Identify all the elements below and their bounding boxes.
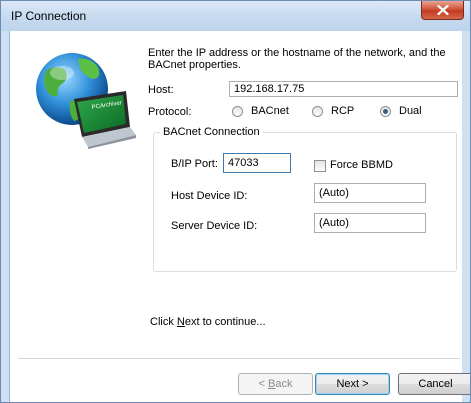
intro-text: Enter the IP address or the hostname of …	[148, 47, 446, 71]
host-device-id-label: Host Device ID:	[171, 190, 248, 202]
cancel-button[interactable]: Cancel	[398, 373, 470, 395]
hint-rest: ext to continue...	[184, 316, 266, 328]
radio-label: RCP	[331, 105, 355, 117]
window-title: IP Connection	[11, 9, 87, 23]
hint-key: N	[176, 316, 185, 328]
host-input[interactable]	[229, 81, 458, 97]
dialog-window: IP Connection PCArchiver Enter the IP ad…	[0, 0, 471, 403]
radio-circle[interactable]	[312, 106, 323, 117]
hint-prefix: Click	[150, 316, 177, 328]
group-title: BACnet Connection	[160, 126, 263, 138]
radio-circle[interactable]	[380, 106, 391, 117]
continue-hint: Click Next to continue...	[150, 316, 266, 328]
next-button[interactable]: Next >	[315, 373, 390, 395]
radio-label: BACnet	[251, 105, 289, 117]
back-prefix: <	[258, 378, 268, 390]
dialog-body: PCArchiver Enter the IP address or the h…	[9, 31, 470, 402]
host-device-id-input[interactable]	[314, 183, 426, 203]
bip-port-input[interactable]	[223, 153, 291, 173]
close-button[interactable]	[421, 1, 464, 20]
radio-label: Dual	[399, 105, 422, 117]
title-bar[interactable]: IP Connection	[1, 1, 470, 31]
host-label: Host:	[148, 84, 174, 96]
force-bbmd-label: Force BBMD	[330, 159, 393, 171]
bip-port-label: B/IP Port:	[171, 158, 218, 170]
radio-circle[interactable]	[232, 106, 243, 117]
separator	[18, 358, 460, 359]
back-button[interactable]: < Back	[238, 373, 313, 395]
force-bbmd-checkbox[interactable]	[314, 160, 326, 172]
protocol-label: Protocol:	[148, 106, 192, 118]
close-icon	[437, 5, 449, 15]
server-device-id-input[interactable]	[314, 213, 426, 233]
server-device-id-label: Server Device ID:	[171, 220, 258, 232]
network-globe-icon: PCArchiver	[36, 53, 136, 149]
back-rest: ack	[275, 378, 293, 390]
